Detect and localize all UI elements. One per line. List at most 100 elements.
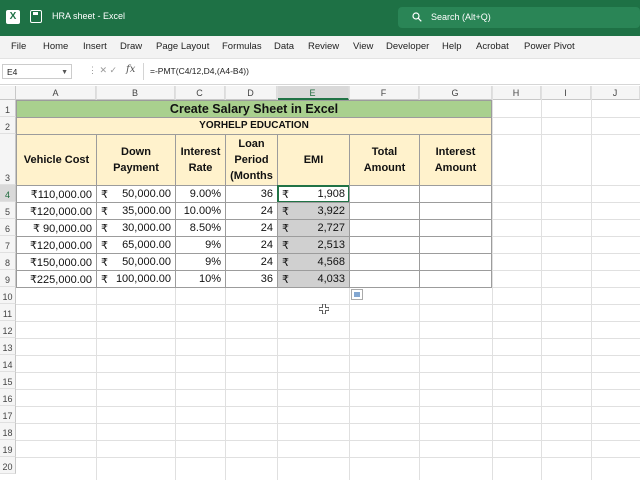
column-header-j[interactable]: J (591, 86, 640, 100)
cell-total-amount[interactable] (349, 236, 420, 254)
column-header-b[interactable]: B (96, 86, 175, 100)
cell-vehicle-cost[interactable]: ₹150,000.00 (16, 253, 97, 271)
cell-loan-period[interactable]: 24 (225, 253, 278, 271)
name-box[interactable]: E4 ▼ (2, 64, 72, 79)
cell-loan-period[interactable]: 24 (225, 219, 278, 237)
header-interest-rate[interactable]: Interest Rate (175, 134, 226, 186)
cell-vehicle-cost[interactable]: ₹110,000.00 (16, 185, 97, 203)
header-total-amount[interactable]: Total Amount (349, 134, 420, 186)
cell-down-payment[interactable]: ₹65,000.00 (96, 236, 176, 254)
column-header-a[interactable]: A (16, 86, 96, 100)
cell-total-amount[interactable] (349, 185, 420, 203)
row-header-12[interactable]: 12 (0, 321, 16, 338)
cell-loan-period[interactable]: 36 (225, 270, 278, 288)
menu-draw[interactable]: Draw (120, 41, 142, 52)
cell-interest-rate[interactable]: 10% (175, 270, 226, 288)
row-header-17[interactable]: 17 (0, 406, 16, 423)
header-interest-amount[interactable]: Interest Amount (419, 134, 492, 186)
cell-interest-rate[interactable]: 9% (175, 253, 226, 271)
cell-emi[interactable]: ₹2,513 (277, 236, 350, 254)
row-header-16[interactable]: 16 (0, 389, 16, 406)
menu-review[interactable]: Review (308, 41, 339, 52)
row-header-5[interactable]: 5 (0, 202, 16, 219)
formula-cancel-confirm-icons[interactable]: ⋮ ✕ ✓ (88, 65, 117, 76)
row-header-18[interactable]: 18 (0, 423, 16, 440)
sheet-title[interactable]: Create Salary Sheet in Excel (16, 100, 492, 118)
column-header-e[interactable]: E (277, 86, 349, 100)
menu-help[interactable]: Help (442, 41, 462, 52)
search-box[interactable]: Search (Alt+Q) (398, 7, 640, 28)
row-header-19[interactable]: 19 (0, 440, 16, 457)
cell-down-payment[interactable]: ₹35,000.00 (96, 202, 176, 220)
cell-total-amount[interactable] (349, 219, 420, 237)
header-vehicle-cost[interactable]: Vehicle Cost (16, 134, 97, 186)
row-header-20[interactable]: 20 (0, 457, 16, 474)
cell-emi[interactable]: ₹4,568 (277, 253, 350, 271)
row-header-9[interactable]: 9 (0, 270, 16, 287)
cell-vehicle-cost[interactable]: ₹120,000.00 (16, 236, 97, 254)
menu-insert[interactable]: Insert (83, 41, 107, 52)
insert-function-icon[interactable]: fx (126, 64, 135, 75)
menu-acrobat[interactable]: Acrobat (476, 41, 509, 52)
header-emi[interactable]: EMI (277, 134, 350, 186)
cell-interest-amount[interactable] (419, 236, 492, 254)
cell-interest-amount[interactable] (419, 219, 492, 237)
cell-emi[interactable]: ₹3,922 (277, 202, 350, 220)
header-loan-period[interactable]: Loan Period (Months (225, 134, 278, 186)
cell-interest-amount[interactable] (419, 185, 492, 203)
row-header-13[interactable]: 13 (0, 338, 16, 355)
menu-page-layout[interactable]: Page Layout (156, 41, 209, 52)
menu-home[interactable]: Home (43, 41, 68, 52)
row-header-8[interactable]: 8 (0, 253, 16, 270)
cell-emi[interactable]: ₹2,727 (277, 219, 350, 237)
formula-input[interactable]: =-PMT(C4/12,D4,(A4-B4)) (150, 66, 249, 76)
row-header-10[interactable]: 10 (0, 287, 16, 304)
cell-emi-selected[interactable]: ₹1,908 (277, 185, 350, 203)
cell-interest-amount[interactable] (419, 270, 492, 288)
cell-loan-period[interactable]: 36 (225, 185, 278, 203)
menu-data[interactable]: Data (274, 41, 294, 52)
cell-interest-rate[interactable]: 9% (175, 236, 226, 254)
cell-down-payment[interactable]: ₹50,000.00 (96, 253, 176, 271)
row-header-1[interactable]: 1 (0, 100, 16, 117)
cell-vehicle-cost[interactable]: ₹120,000.00 (16, 202, 97, 220)
header-down-payment[interactable]: Down Payment (96, 134, 176, 186)
cell-interest-rate[interactable]: 9.00% (175, 185, 226, 203)
column-header-c[interactable]: C (175, 86, 225, 100)
row-header-15[interactable]: 15 (0, 372, 16, 389)
menu-developer[interactable]: Developer (386, 41, 429, 52)
cell-down-payment[interactable]: ₹30,000.00 (96, 219, 176, 237)
menu-file[interactable]: File (11, 41, 26, 52)
cell-emi[interactable]: ₹4,033 (277, 270, 350, 288)
row-header-11[interactable]: 11 (0, 304, 16, 321)
cell-interest-rate[interactable]: 10.00% (175, 202, 226, 220)
cell-total-amount[interactable] (349, 202, 420, 220)
menu-power-pivot[interactable]: Power Pivot (524, 41, 575, 52)
quick-analysis-icon[interactable] (351, 289, 363, 300)
cell-total-amount[interactable] (349, 253, 420, 271)
row-header-4[interactable]: 4 (0, 185, 16, 202)
cell-down-payment[interactable]: ₹100,000.00 (96, 270, 176, 288)
menu-view[interactable]: View (353, 41, 373, 52)
chevron-down-icon[interactable]: ▼ (61, 65, 68, 80)
cell-down-payment[interactable]: ₹50,000.00 (96, 185, 176, 203)
sheet-subtitle[interactable]: YORHELP EDUCATION (16, 117, 492, 135)
row-header-14[interactable]: 14 (0, 355, 16, 372)
cell-vehicle-cost[interactable]: ₹225,000.00 (16, 270, 97, 288)
cell-loan-period[interactable]: 24 (225, 236, 278, 254)
row-header-6[interactable]: 6 (0, 219, 16, 236)
row-header-7[interactable]: 7 (0, 236, 16, 253)
cell-interest-amount[interactable] (419, 202, 492, 220)
select-all-corner[interactable] (0, 86, 16, 100)
cell-interest-amount[interactable] (419, 253, 492, 271)
cell-total-amount[interactable] (349, 270, 420, 288)
row-header-2[interactable]: 2 (0, 117, 16, 134)
column-header-d[interactable]: D (225, 86, 277, 100)
column-header-f[interactable]: F (349, 86, 419, 100)
cell-vehicle-cost[interactable]: ₹ 90,000.00 (16, 219, 97, 237)
cell-interest-rate[interactable]: 8.50% (175, 219, 226, 237)
column-header-i[interactable]: I (541, 86, 591, 100)
column-header-h[interactable]: H (492, 86, 541, 100)
column-header-g[interactable]: G (419, 86, 492, 100)
save-icon[interactable] (30, 10, 42, 23)
